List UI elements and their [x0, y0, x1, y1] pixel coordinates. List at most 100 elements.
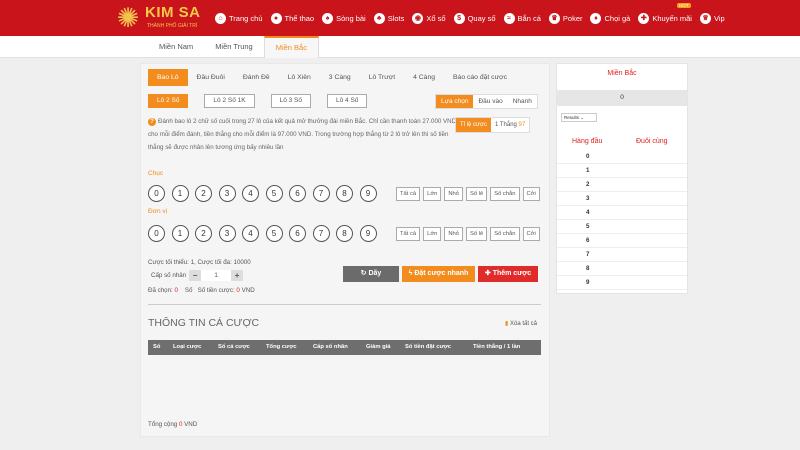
- quick-bet-button[interactable]: ϟ Đặt cược nhanh: [402, 266, 475, 282]
- cards-icon: ♠: [322, 12, 334, 24]
- tab-dau-duoi[interactable]: Đầu Đuôi: [188, 69, 234, 86]
- sidebar-row: 4: [557, 206, 687, 220]
- sidebar-row-label: 4: [586, 209, 590, 216]
- col-bet-count: Số cá cược: [218, 344, 250, 350]
- chuc-digit-6[interactable]: 6: [289, 185, 306, 202]
- chuc-small-button[interactable]: Nhỏ: [444, 187, 463, 201]
- sidebar-row: 5: [557, 220, 687, 234]
- nav-slots[interactable]: ♣ Slots: [373, 12, 405, 24]
- tab-lo-truot[interactable]: Lô Trượt: [360, 69, 404, 86]
- clear-button[interactable]: ↻ Dãy: [343, 266, 399, 282]
- chuc-digit-9[interactable]: 9: [359, 185, 377, 202]
- nav-promotions[interactable]: ✚ Khuyến mãi: [638, 12, 692, 24]
- add-bet-button[interactable]: ✚ Thêm cược: [478, 266, 538, 282]
- don-vi-even-button[interactable]: Số chẵn: [490, 227, 520, 241]
- don-vi-small-button[interactable]: Nhỏ: [444, 227, 463, 241]
- sidebar-row-label: 3: [586, 195, 590, 202]
- nav-poker[interactable]: ♛ Poker: [548, 12, 583, 24]
- don-vi-digit-8[interactable]: 8: [336, 225, 353, 242]
- chuc-odd-button[interactable]: Số lẻ: [466, 187, 488, 201]
- lo-2-so-button[interactable]: Lô 2 Số: [148, 94, 189, 108]
- bet-limits: Cược tối thiểu: 1, Cược tối đa: 10000: [148, 259, 251, 266]
- chosen-label: Đã chọn:: [148, 287, 173, 294]
- chuc-digit-0[interactable]: 0: [148, 185, 165, 202]
- tab-3-cang[interactable]: 3 Càng: [320, 69, 360, 86]
- multiplier-input[interactable]: 1: [201, 270, 232, 281]
- nav-casino[interactable]: ♠ Sòng bài: [322, 12, 366, 24]
- tab-mien-nam[interactable]: Miền Nam: [148, 36, 204, 58]
- delete-all-label: Xóa tất cả: [509, 321, 538, 327]
- don-vi-all-button[interactable]: Tất cả: [396, 227, 421, 241]
- bet-total: Tổng cộng 0 VND: [148, 421, 197, 428]
- chuc-digit-8[interactable]: 8: [336, 185, 353, 202]
- don-vi-row-label: Đơn vị: [148, 208, 168, 215]
- chuc-even-button[interactable]: Số chẵn: [490, 187, 520, 201]
- nav-label: Xổ số: [426, 13, 446, 23]
- don-vi-digit-2[interactable]: 2: [195, 225, 212, 242]
- sidebar-row-label: 9: [586, 279, 590, 286]
- don-vi-digit-0[interactable]: 0: [148, 225, 165, 242]
- chuc-big-button[interactable]: Lớn: [423, 187, 442, 201]
- odds-value: 1 Thắng 97: [491, 118, 529, 132]
- multiplier-plus-button[interactable]: +: [231, 270, 244, 281]
- nav-vip[interactable]: ♕ Vip: [699, 12, 725, 24]
- tab-mien-trung[interactable]: Miền Trung: [204, 36, 264, 58]
- tab-danh-de[interactable]: Đánh Đề: [234, 69, 279, 86]
- lo-3-so-button[interactable]: Lô 3 Số: [270, 94, 312, 108]
- don-vi-odd-button[interactable]: Số lẻ: [466, 227, 488, 241]
- selection-summary: Đã chọn: 0 Số Số tiền cược: 0 VND: [148, 287, 255, 294]
- nav-fishing[interactable]: ≈ Bắn cá: [503, 12, 541, 24]
- top-header: ✺ KIM SA THÀNH PHỐ GIẢI TRÍ ⌂ Trang chủ ●…: [0, 0, 800, 36]
- info-icon: ?: [148, 118, 156, 126]
- don-vi-digit-4[interactable]: 4: [242, 225, 259, 242]
- multiplier-minus-button[interactable]: −: [189, 270, 202, 281]
- hot-badge: HOT: [677, 3, 691, 8]
- don-vi-digit-6[interactable]: 6: [289, 225, 306, 242]
- nav-label: Slots: [387, 13, 405, 23]
- nav-spin[interactable]: $ Quay số: [453, 12, 496, 24]
- nav-home[interactable]: ⌂ Trang chủ: [215, 12, 263, 24]
- don-vi-digit-5[interactable]: 5: [265, 225, 283, 242]
- delete-all-button[interactable]: ▮ Xóa tất cả: [505, 320, 537, 327]
- chuc-digit-3[interactable]: 3: [218, 185, 236, 202]
- amount-label: Số tiền cược:: [197, 287, 235, 294]
- nav-cockfight[interactable]: ♦ Chọi gà: [590, 12, 630, 24]
- tab-lo-xien[interactable]: Lô Xiên: [279, 69, 320, 86]
- don-vi-digit-1[interactable]: 1: [171, 225, 189, 242]
- tab-bao-lo[interactable]: Bao Lô: [148, 69, 188, 86]
- tab-bet-report[interactable]: Báo cáo đặt cược: [444, 69, 516, 86]
- col-bet-type: Loại cược: [173, 344, 202, 350]
- results-select[interactable]: Results ⌄: [561, 113, 597, 122]
- plus-icon: ✚: [484, 270, 491, 277]
- dollar-coin-icon: $: [453, 12, 465, 24]
- total-value: 0: [178, 421, 183, 428]
- chuc-digit-5[interactable]: 5: [265, 185, 283, 202]
- tab-mien-bac[interactable]: Miền Bắc: [263, 36, 319, 58]
- mode-select-button[interactable]: Lựa chọn: [436, 95, 474, 108]
- tab-4-cang[interactable]: 4 Càng: [404, 69, 444, 86]
- don-vi-clear-button[interactable]: Cởi: [522, 227, 540, 241]
- nav-lottery[interactable]: ◉ Xổ số: [412, 12, 446, 24]
- rooster-icon: ♦: [590, 12, 602, 24]
- mode-quick-button[interactable]: Nhanh: [508, 95, 537, 108]
- lo-subtype-buttons: Lô 2 Số Lô 2 Số 1K Lô 3 Số Lô 4 Số: [148, 94, 383, 108]
- lo-2-so-1k-button[interactable]: Lô 2 Số 1K: [204, 94, 255, 108]
- chuc-digit-1[interactable]: 1: [171, 185, 189, 202]
- sun-logo-icon: ✺: [116, 3, 140, 33]
- don-vi-digit-7[interactable]: 7: [312, 225, 330, 242]
- don-vi-digit-3[interactable]: 3: [218, 225, 236, 242]
- nav-label: Poker: [562, 13, 583, 23]
- chuc-digit-4[interactable]: 4: [242, 185, 259, 202]
- chuc-all-button[interactable]: Tất cả: [396, 187, 421, 201]
- chuc-digit-7[interactable]: 7: [312, 185, 330, 202]
- nav-sports[interactable]: ● Thể thao: [270, 12, 314, 24]
- chuc-row-label: Chục: [148, 170, 164, 177]
- don-vi-digit-9[interactable]: 9: [359, 225, 377, 242]
- don-vi-big-button[interactable]: Lớn: [423, 227, 442, 241]
- chuc-clear-button[interactable]: Cởi: [522, 187, 540, 201]
- lo-4-so-button[interactable]: Lô 4 Số: [327, 94, 368, 108]
- quick-bet-label: Đặt cược nhanh: [414, 270, 469, 277]
- sidebar-row: 0: [557, 150, 687, 164]
- chuc-digit-2[interactable]: 2: [195, 185, 212, 202]
- mode-input-button[interactable]: Đầu vào: [473, 95, 507, 108]
